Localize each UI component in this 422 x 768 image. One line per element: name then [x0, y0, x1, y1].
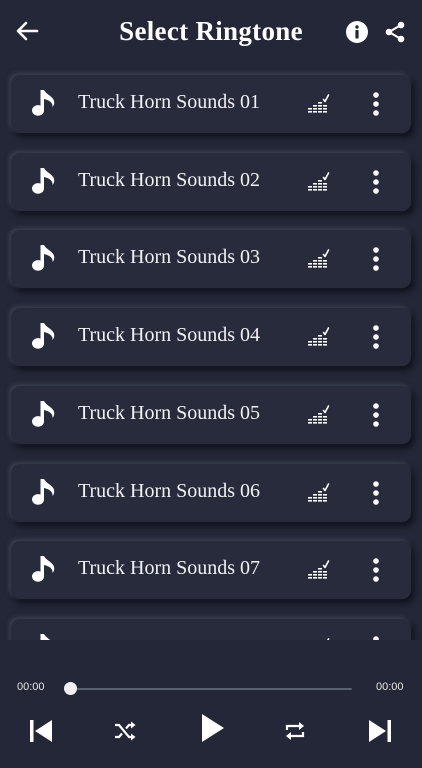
more-vertical-icon [373, 402, 379, 427]
more-vertical-icon [373, 480, 379, 505]
more-vertical-icon [373, 247, 379, 272]
more-options-button[interactable] [365, 167, 387, 197]
ringtone-item-6[interactable]: Truck Horn Sounds 06 [11, 463, 411, 522]
previous-button[interactable] [26, 715, 56, 747]
ringtone-title: Truck Horn Sounds 04 [78, 324, 261, 347]
play-button[interactable] [197, 710, 229, 746]
more-options-button[interactable] [365, 555, 387, 585]
more-options-button[interactable] [365, 89, 387, 119]
set-ringtone-icon[interactable] [306, 170, 330, 194]
more-vertical-icon [373, 92, 379, 116]
total-time: 00:00 [376, 681, 404, 693]
more-options-button[interactable] [365, 633, 387, 640]
current-time: 00:00 [17, 681, 45, 693]
ringtone-title: Truck Horn Sounds 01 [78, 91, 261, 113]
ringtone-title: Truck Horn Sounds 06 [78, 479, 261, 502]
share-icon [385, 21, 405, 43]
more-vertical-icon [373, 636, 379, 640]
app-header: Select Ringtone [0, 0, 422, 66]
ringtone-item-1[interactable]: Truck Horn Sounds 01 [11, 75, 411, 133]
set-ringtone-icon[interactable] [306, 481, 330, 505]
more-options-button[interactable] [365, 244, 387, 274]
set-ringtone-icon[interactable] [306, 325, 330, 349]
music-note-icon [32, 478, 55, 505]
music-note-icon [32, 167, 55, 194]
ringtone-item-2[interactable]: Truck Horn Sounds 02 [11, 152, 411, 211]
shuffle-button[interactable] [111, 717, 139, 745]
music-note-icon [32, 323, 55, 349]
skip-next-icon [369, 720, 391, 742]
ringtone-item-5[interactable]: Truck Horn Sounds 05 [11, 385, 411, 444]
ringtone-title: Truck Horn Sounds 07 [78, 557, 261, 580]
more-vertical-icon [373, 558, 379, 582]
set-ringtone-icon[interactable] [306, 403, 330, 427]
music-note-icon [40, 633, 51, 640]
arrow-left-icon [16, 21, 39, 41]
play-icon [202, 714, 224, 742]
music-note-icon [32, 245, 55, 272]
repeat-button[interactable] [281, 717, 309, 745]
ringtone-item-3[interactable]: Truck Horn Sounds 03 [11, 230, 411, 289]
more-vertical-icon [373, 325, 379, 349]
set-ringtone-icon[interactable] [306, 636, 330, 640]
next-button[interactable] [365, 715, 395, 747]
music-note-icon [32, 556, 55, 582]
back-button[interactable] [12, 16, 42, 46]
ringtone-list[interactable]: Truck Horn Sounds 01 Truck Horn Sounds 0… [0, 66, 422, 640]
info-button[interactable] [344, 19, 370, 45]
ringtone-item-4[interactable]: Truck Horn Sounds 04 [11, 308, 411, 367]
music-note-icon [32, 90, 55, 116]
audio-player: 00:00 00:00 [0, 655, 422, 768]
skip-previous-icon [30, 720, 52, 742]
more-options-button[interactable] [365, 400, 387, 430]
ringtone-item-8[interactable] [11, 618, 411, 640]
set-ringtone-icon[interactable] [306, 247, 330, 271]
info-icon [346, 21, 368, 43]
ringtone-title: Truck Horn Sounds 05 [78, 401, 261, 424]
set-ringtone-icon[interactable] [306, 92, 330, 116]
more-options-button[interactable] [365, 322, 387, 352]
ringtone-item-7[interactable]: Truck Horn Sounds 07 [11, 541, 411, 600]
ringtone-title: Truck Horn Sounds 02 [78, 168, 261, 191]
more-vertical-icon [373, 169, 379, 194]
share-button[interactable] [381, 18, 409, 46]
ringtone-title: Truck Horn Sounds 03 [78, 246, 261, 269]
shuffle-icon [115, 721, 136, 741]
more-options-button[interactable] [365, 478, 387, 508]
set-ringtone-icon[interactable] [306, 558, 330, 582]
repeat-icon [285, 722, 305, 740]
seek-bar[interactable] [70, 688, 352, 690]
music-note-icon [32, 400, 55, 427]
seek-thumb[interactable] [64, 682, 77, 695]
